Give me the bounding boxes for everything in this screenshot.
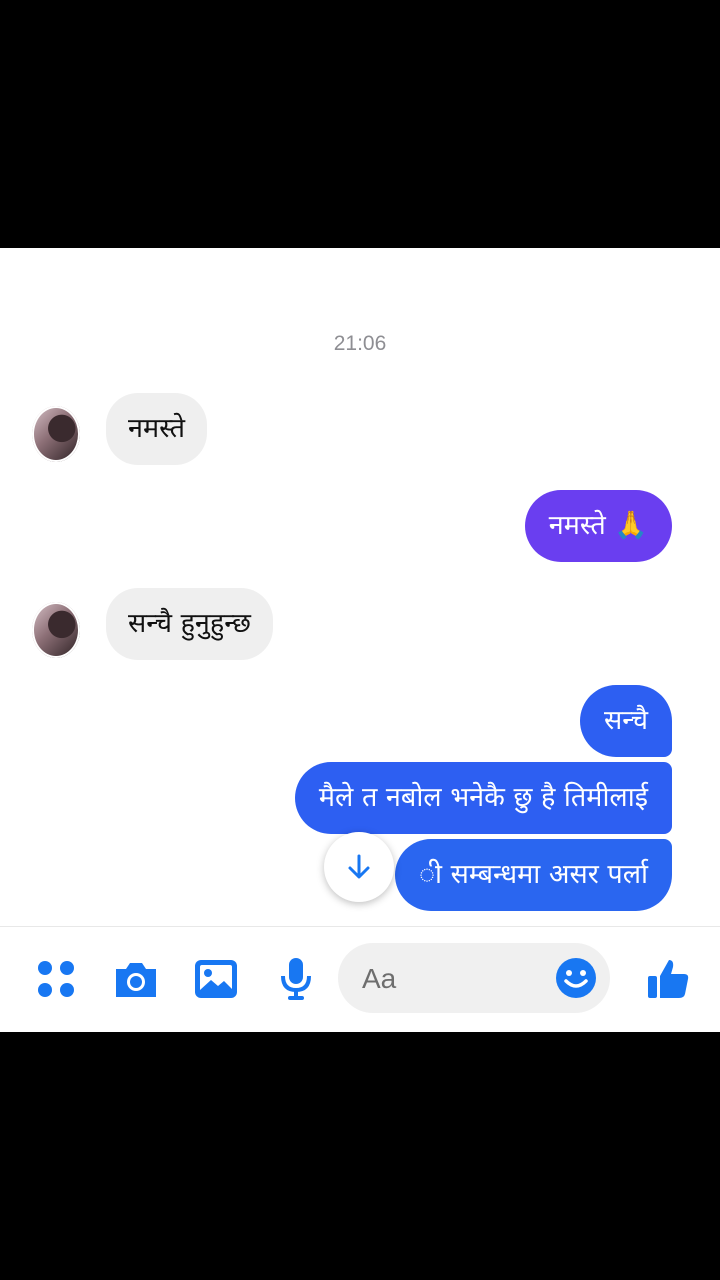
gallery-icon xyxy=(195,960,237,998)
arrow-down-icon xyxy=(348,854,370,879)
incoming-message[interactable]: नमस्ते xyxy=(106,393,208,465)
apps-button[interactable] xyxy=(30,953,82,1005)
avatar[interactable] xyxy=(32,602,80,658)
message-input-container[interactable] xyxy=(338,943,610,1015)
emoji-icon[interactable] xyxy=(554,956,598,1000)
outgoing-message[interactable]: मैले त नबोल भनेकै छु है तिमीलाई xyxy=(294,762,672,834)
camera-button[interactable] xyxy=(110,953,162,1005)
message-composer xyxy=(0,926,720,1032)
avatar[interactable] xyxy=(32,406,80,462)
gallery-button[interactable] xyxy=(190,953,242,1005)
incoming-message[interactable]: सन्चै हुनुहुन्छ xyxy=(106,588,273,660)
outgoing-message[interactable]: ी सम्बन्धमा असर पर्ला xyxy=(394,839,672,911)
scroll-to-bottom-button[interactable] xyxy=(324,832,394,902)
like-icon xyxy=(648,960,689,998)
camera-icon xyxy=(116,963,156,997)
message-input[interactable] xyxy=(360,943,544,1015)
outgoing-message[interactable]: सन्चै xyxy=(580,685,672,757)
like-button[interactable] xyxy=(642,953,694,1005)
microphone-icon xyxy=(281,958,311,1000)
outgoing-message[interactable]: नमस्ते 🙏 xyxy=(524,490,672,562)
apps-icon xyxy=(38,961,74,997)
message-timestamp: 21:06 xyxy=(333,332,387,355)
chat-screen: 21:06 नमस्ते नमस्ते 🙏 सन्चै हुनुहुन्छ सन… xyxy=(0,248,720,1032)
microphone-button[interactable] xyxy=(270,953,322,1005)
